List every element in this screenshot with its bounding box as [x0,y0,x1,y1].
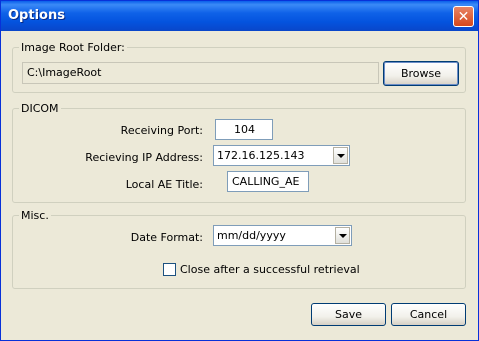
local-ae-title-value: CALLING_AE [232,175,300,188]
chevron-down-icon [336,153,345,158]
close-button[interactable]: ✕ [453,6,474,27]
date-format-value: mm/dd/yyyy [217,229,286,242]
receiving-port-value: 104 [234,123,255,136]
date-format-label: Date Format: [130,231,203,244]
title-bar[interactable]: Options ✕ [1,1,478,31]
image-root-path-text: C:\ImageRoot [27,66,102,79]
ip-dropdown-button[interactable] [333,147,348,164]
close-after-label[interactable]: Close after a successful retrieval [180,263,360,276]
save-button[interactable]: Save [311,303,386,326]
browse-button[interactable]: Browse [383,61,459,86]
cancel-button-label: Cancel [409,308,448,321]
close-icon: ✕ [457,8,470,25]
local-ae-title-field[interactable]: CALLING_AE [227,171,309,192]
chevron-down-icon [338,233,347,238]
receiving-ip-label: Recieving IP Address: [85,151,203,164]
image-root-path: C:\ImageRoot [22,62,379,84]
misc-group: Misc. [12,209,466,289]
local-ae-title-label: Local AE Title: [125,178,203,191]
receiving-port-field[interactable]: 104 [215,119,273,140]
close-after-checkbox[interactable] [163,263,176,276]
receiving-ip-value: 172.16.125.143 [217,149,305,162]
window-title: Options [8,8,65,23]
save-button-label: Save [334,308,362,321]
date-format-dropdown-button[interactable] [335,227,350,244]
misc-legend: Misc. [21,209,49,222]
cancel-button[interactable]: Cancel [391,303,466,326]
browse-button-label: Browse [400,67,442,80]
date-format-select[interactable]: mm/dd/yyyy [213,225,352,246]
options-dialog: Options ✕ Image Root Folder: C:\ImageRoo… [0,0,479,341]
receiving-port-label: Receiving Port: [120,124,203,137]
receiving-ip-select[interactable]: 172.16.125.143 [213,145,350,166]
image-root-legend: Image Root Folder: [21,41,125,54]
dicom-legend: DICOM [21,102,59,115]
